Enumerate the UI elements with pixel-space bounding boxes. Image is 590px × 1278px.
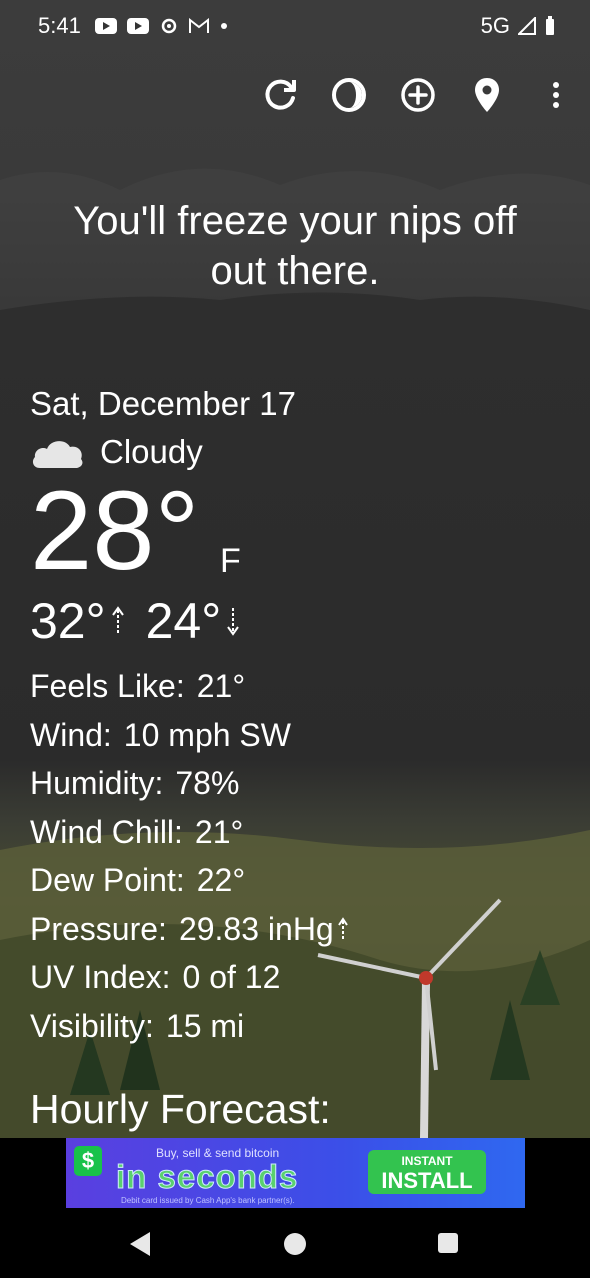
toolbar — [245, 70, 590, 120]
detail-wind-chill: Wind Chill: 21° — [30, 808, 570, 857]
detail-value: 15 mi — [165, 1007, 245, 1044]
hourly-forecast-title: Hourly Forecast: — [30, 1086, 331, 1132]
back-icon[interactable] — [130, 1232, 150, 1256]
recents-icon[interactable] — [438, 1233, 458, 1253]
add-location-icon — [400, 78, 435, 112]
location-button[interactable] — [452, 70, 521, 120]
refresh-button[interactable] — [245, 70, 314, 120]
status-right: 5G — [481, 13, 556, 39]
detail-value: 0 of 12 — [182, 959, 281, 995]
arrow-up-icon — [111, 606, 124, 634]
detail-dew-point: Dew Point: 22° — [30, 856, 570, 905]
arrow-down-icon — [227, 608, 240, 636]
detail-wind: Wind: 10 mph SW — [30, 711, 570, 760]
dot-icon — [220, 23, 227, 29]
ad-button-top: INSTANT — [401, 1154, 453, 1168]
details-list: Feels Like: 21° Wind: 10 mph SW Humidity… — [30, 662, 570, 1050]
notification-icons — [94, 16, 229, 36]
temperature-unit: F — [220, 542, 241, 580]
more-vert-icon — [552, 82, 559, 108]
condition-label: Cloudy — [100, 433, 203, 470]
weather-screen: 5:41 5G You'll freeze your nips off out … — [0, 0, 590, 1138]
temperature-row: 28° F — [30, 468, 570, 593]
ad-banner[interactable]: $ Buy, sell & send bitcoin in seconds De… — [66, 1138, 525, 1208]
headline: You'll freeze your nips off out there. — [73, 199, 517, 293]
battery-icon — [546, 16, 554, 35]
detail-value: 21° — [194, 813, 244, 850]
detail-label: UV Index: — [30, 959, 171, 995]
network-type: 5G — [480, 13, 510, 38]
home-icon[interactable] — [284, 1233, 306, 1255]
ad-banner-area: $ Buy, sell & send bitcoin in seconds De… — [0, 1138, 590, 1210]
detail-value: 29.83 inHg — [178, 910, 334, 947]
detail-label: Pressure: — [30, 910, 167, 947]
cash-app-logo: $ — [74, 1146, 102, 1176]
status-time: 5:41 — [38, 13, 81, 38]
detail-humidity: Humidity: 78% — [30, 759, 570, 808]
current-conditions: Sat, December 17 Cloudy 28° F 32° 24° Fe… — [30, 384, 570, 1050]
pressure-rising-icon — [337, 916, 348, 939]
youtube-icon — [94, 18, 117, 34]
youtube-icon — [126, 18, 149, 34]
gmail-icon — [188, 18, 209, 33]
settings-icon — [161, 18, 177, 34]
condition-row: Cloudy — [30, 432, 570, 472]
detail-value: 78% — [175, 765, 240, 801]
low-temperature: 24° — [145, 593, 222, 649]
ad-button-main: INSTALL — [381, 1168, 473, 1193]
more-options-button[interactable] — [521, 70, 590, 120]
ad-headline: in seconds — [115, 1158, 299, 1196]
detail-value: 21° — [196, 668, 246, 704]
detail-label: Feels Like: — [30, 668, 185, 704]
detail-value: 10 mph SW — [123, 716, 291, 753]
detail-pressure: Pressure: 29.83 inHg — [30, 905, 570, 954]
ad-install-button[interactable]: INSTANT INSTALL — [368, 1150, 486, 1194]
detail-uv-index: UV Index: 0 of 12 — [30, 953, 570, 1002]
high-low-row: 32° 24° — [30, 590, 570, 652]
detail-label: Humidity: — [30, 765, 164, 801]
navigation-bar — [0, 1210, 590, 1278]
detail-label: Visibility: — [30, 1007, 154, 1044]
detail-feels-like: Feels Like: 21° — [30, 662, 570, 711]
detail-label: Wind: — [30, 716, 112, 753]
high-temperature: 32° — [30, 593, 106, 649]
refresh-icon — [264, 79, 296, 110]
add-location-button[interactable] — [383, 70, 452, 120]
current-temperature: 28° — [30, 468, 200, 593]
theme-icon — [331, 78, 366, 112]
status-bar: 5:41 5G — [0, 0, 590, 52]
location-pin-icon — [474, 78, 499, 112]
ad-fine-print: Debit card issued by Cash App's bank par… — [121, 1196, 295, 1205]
detail-value: 22° — [196, 862, 246, 898]
cloud-icon — [32, 441, 83, 468]
detail-label: Dew Point: — [30, 862, 185, 898]
signal-icon — [518, 17, 536, 35]
theme-button[interactable] — [314, 70, 383, 120]
detail-label: Wind Chill: — [30, 813, 183, 850]
current-date: Sat, December 17 — [30, 385, 296, 422]
detail-visibility: Visibility: 15 mi — [30, 1002, 570, 1051]
